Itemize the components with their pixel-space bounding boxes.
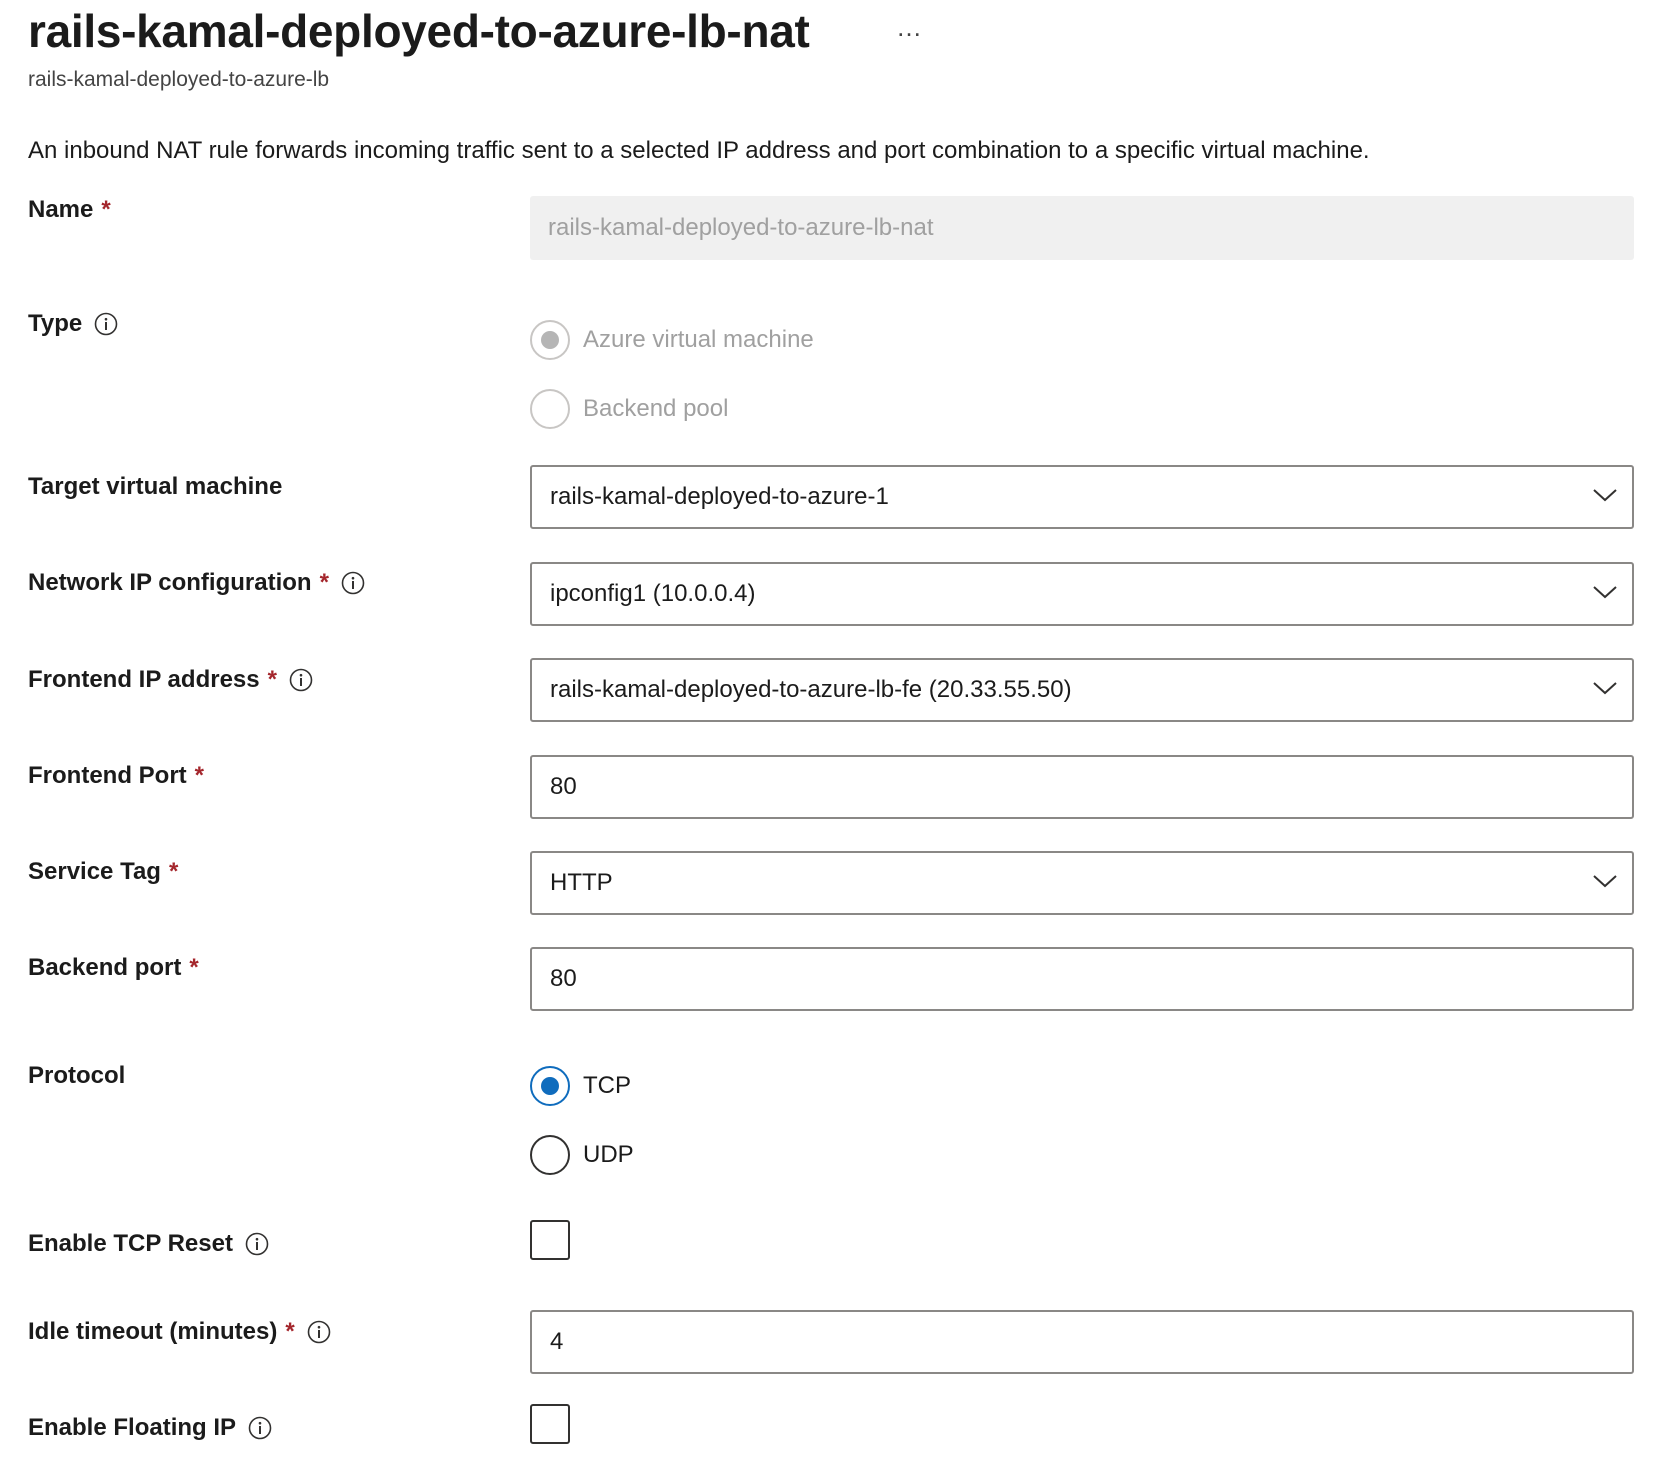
frontend-ip-label-text: Frontend IP address	[28, 666, 260, 693]
radio-button	[530, 389, 570, 429]
idle-timeout-label-text: Idle timeout (minutes)	[28, 1318, 278, 1345]
tcp-reset-checkbox[interactable]	[530, 1220, 570, 1260]
type-option-azure-vm: Azure virtual machine	[530, 320, 814, 360]
frontend-port-value: 80	[550, 773, 577, 800]
info-icon[interactable]	[245, 1232, 269, 1256]
backend-port-label-text: Backend port	[28, 954, 182, 981]
page-subtitle: rails-kamal-deployed-to-azure-lb	[28, 68, 330, 91]
more-icon[interactable]: …	[896, 12, 924, 43]
network-ip-value: ipconfig1 (10.0.0.4)	[550, 580, 756, 607]
floating-ip-checkbox[interactable]	[530, 1404, 570, 1444]
type-option-backend-pool: Backend pool	[530, 389, 728, 429]
frontend-port-input[interactable]: 80	[530, 755, 1634, 819]
required-marker: *	[319, 569, 329, 596]
service-tag-label-text: Service Tag	[28, 858, 161, 885]
idle-timeout-label: Idle timeout (minutes) *	[28, 1318, 331, 1346]
target-vm-dropdown[interactable]: rails-kamal-deployed-to-azure-1	[530, 465, 1634, 529]
target-vm-label-text: Target virtual machine	[28, 473, 283, 500]
type-label: Type	[28, 310, 118, 338]
name-field: rails-kamal-deployed-to-azure-lb-nat	[530, 196, 1634, 260]
radio-button	[530, 320, 570, 360]
required-marker: *	[267, 666, 277, 693]
tcp-reset-label-text: Enable TCP Reset	[28, 1230, 233, 1257]
type-option-backend-pool-label: Backend pool	[583, 395, 729, 422]
info-icon[interactable]	[289, 668, 313, 692]
required-marker: *	[101, 196, 111, 223]
network-ip-label-text: Network IP configuration	[28, 569, 312, 596]
page-description: An inbound NAT rule forwards incoming tr…	[28, 137, 1370, 164]
type-label-text: Type	[28, 310, 83, 337]
chevron-down-icon	[1593, 682, 1617, 695]
required-marker: *	[194, 762, 204, 789]
backend-port-value: 80	[550, 965, 577, 992]
radio-button	[530, 1066, 570, 1106]
protocol-label-text: Protocol	[28, 1062, 126, 1089]
info-icon[interactable]	[94, 312, 118, 336]
service-tag-label: Service Tag *	[28, 858, 178, 886]
info-icon[interactable]	[307, 1320, 331, 1344]
network-ip-dropdown[interactable]: ipconfig1 (10.0.0.4)	[530, 562, 1634, 626]
protocol-option-tcp-label: TCP	[583, 1072, 631, 1099]
required-marker: *	[285, 1318, 295, 1345]
backend-port-label: Backend port *	[28, 954, 199, 982]
page-title: rails-kamal-deployed-to-azure-lb-nat	[28, 5, 810, 57]
required-marker: *	[189, 954, 199, 981]
frontend-ip-label: Frontend IP address *	[28, 666, 313, 694]
service-tag-dropdown[interactable]: HTTP	[530, 851, 1634, 915]
chevron-down-icon	[1593, 586, 1617, 599]
frontend-port-label: Frontend Port *	[28, 762, 204, 790]
chevron-down-icon	[1593, 875, 1617, 888]
floating-ip-label-text: Enable Floating IP	[28, 1414, 237, 1441]
required-marker: *	[168, 858, 179, 885]
frontend-ip-dropdown[interactable]: rails-kamal-deployed-to-azure-lb-fe (20.…	[530, 658, 1634, 722]
backend-port-input[interactable]: 80	[530, 947, 1634, 1011]
radio-button	[530, 1135, 570, 1175]
name-label: Name *	[28, 196, 111, 224]
network-ip-label: Network IP configuration *	[28, 569, 365, 597]
protocol-label: Protocol	[28, 1062, 125, 1090]
info-icon[interactable]	[341, 571, 365, 595]
floating-ip-label: Enable Floating IP	[28, 1414, 272, 1442]
idle-timeout-value: 4	[550, 1328, 564, 1355]
idle-timeout-input[interactable]: 4	[530, 1310, 1634, 1374]
protocol-option-tcp[interactable]: TCP	[530, 1066, 631, 1106]
frontend-port-label-text: Frontend Port	[28, 762, 187, 789]
info-icon[interactable]	[248, 1416, 272, 1440]
type-option-azure-vm-label: Azure virtual machine	[583, 326, 814, 353]
service-tag-value: HTTP	[550, 869, 613, 896]
name-label-text: Name	[28, 196, 94, 223]
protocol-option-udp[interactable]: UDP	[530, 1135, 634, 1175]
target-vm-value: rails-kamal-deployed-to-azure-1	[550, 483, 889, 510]
target-vm-label: Target virtual machine	[28, 473, 282, 501]
chevron-down-icon	[1593, 489, 1617, 502]
protocol-option-udp-label: UDP	[583, 1141, 634, 1168]
frontend-ip-value: rails-kamal-deployed-to-azure-lb-fe (20.…	[550, 676, 1072, 703]
tcp-reset-label: Enable TCP Reset	[28, 1230, 269, 1258]
name-field-value: rails-kamal-deployed-to-azure-lb-nat	[548, 214, 934, 241]
